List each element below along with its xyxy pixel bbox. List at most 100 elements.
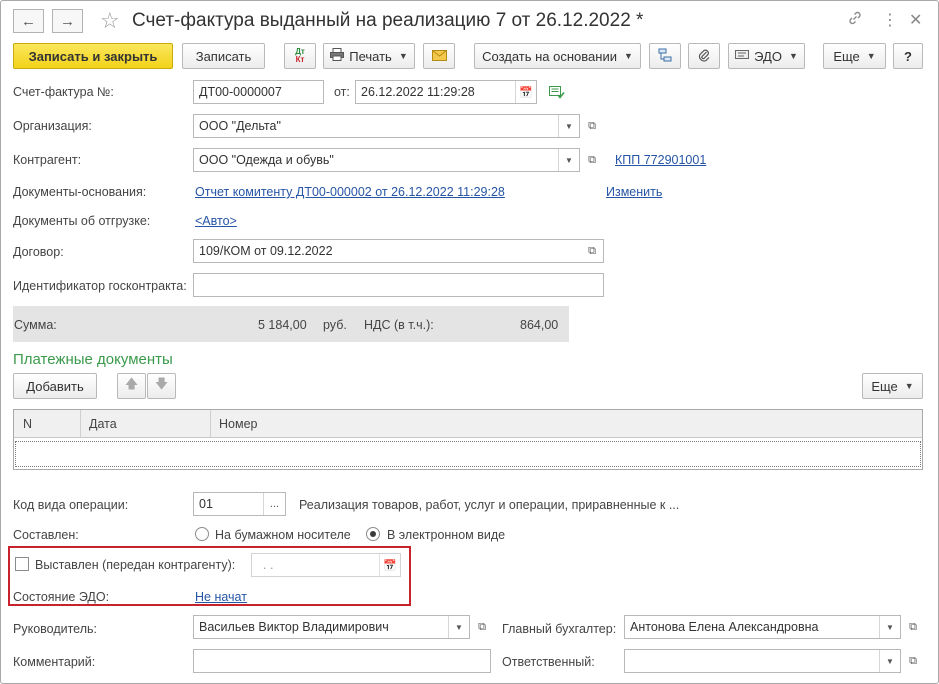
issued-date-value: . . (263, 558, 274, 572)
chevron-down-icon: ▼ (904, 381, 914, 391)
arrow-up-icon: 🡅 (124, 376, 139, 391)
electronic-radio[interactable] (366, 527, 380, 541)
comment-label: Комментарий: (13, 655, 96, 669)
more-button[interactable]: Еще ▼ (823, 43, 886, 69)
open-responsible-icon[interactable]: ⧉ (906, 654, 920, 668)
chief-accountant-field[interactable]: Антонова Елена Александровна ▼ (624, 615, 901, 639)
structure-button[interactable] (649, 43, 681, 69)
chevron-down-icon[interactable]: ▼ (448, 616, 469, 638)
base-docs-link[interactable]: Отчет комитенту ДТ00-000002 от 26.12.202… (195, 185, 505, 199)
vat-value: 864,00 (520, 318, 559, 332)
dt-kt-button[interactable]: Дт Кт (284, 43, 316, 69)
kpp-link[interactable]: КПП 772901001 (615, 153, 706, 167)
composed-label: Составлен: (13, 528, 79, 542)
edo-state-link[interactable]: Не начат (195, 590, 247, 604)
vat-label: НДС (в т.ч.): (364, 318, 434, 332)
printer-icon (330, 48, 345, 64)
edo-button[interactable]: ЭДО ▼ (728, 43, 805, 69)
arrow-down-icon: 🡇 (154, 376, 169, 391)
calendar-icon[interactable]: 📅 (515, 81, 536, 103)
date-field[interactable]: 26.12.2022 11:29:28 📅 (355, 80, 537, 104)
operation-code-field[interactable]: 01 ... (193, 492, 286, 516)
counterparty-field[interactable]: ООО "Одежда и обувь" ▼ (193, 148, 580, 172)
save-button[interactable]: Записать (182, 43, 265, 69)
edo-label: ЭДО (754, 48, 782, 64)
open-organization-icon[interactable]: ⧉ (585, 119, 599, 133)
attach-button[interactable] (688, 43, 720, 69)
close-icon[interactable]: ✕ (909, 10, 922, 30)
organization-value: ООО "Дельта" (199, 119, 281, 133)
edo-status-icon[interactable] (549, 85, 565, 102)
forward-button[interactable]: → (52, 9, 83, 33)
open-chief-accountant-icon[interactable]: ⧉ (906, 620, 920, 634)
responsible-field[interactable]: ▼ (624, 649, 901, 673)
date-value: 26.12.2022 11:29:28 (361, 85, 475, 99)
organization-field[interactable]: ООО "Дельта" ▼ (193, 114, 580, 138)
chevron-down-icon: ▼ (398, 51, 408, 61)
sum-label: Сумма: (14, 318, 57, 332)
chevron-down-icon[interactable]: ▼ (879, 650, 900, 672)
comment-field[interactable] (193, 649, 491, 673)
paper-label[interactable]: На бумажном носителе (215, 528, 351, 542)
chevron-down-icon[interactable]: ▼ (879, 616, 900, 638)
open-manager-icon[interactable]: ⧉ (475, 620, 489, 634)
save-close-button[interactable]: Записать и закрыть (13, 43, 173, 69)
invoice-no-field[interactable]: ДТ00-0000007 (193, 80, 324, 104)
counterparty-label: Контрагент: (13, 153, 82, 167)
base-docs-label: Документы-основания: (13, 185, 147, 199)
table-row[interactable] (15, 441, 921, 467)
move-up-button[interactable]: 🡅 (117, 373, 146, 399)
payment-more-label: Еще (871, 378, 898, 394)
issued-date-field[interactable]: . . 📅 (251, 553, 401, 577)
window-title: Счет-фактура выданный на реализацию 7 от… (132, 10, 644, 31)
currency-label: руб. (323, 318, 347, 332)
move-down-button[interactable]: 🡇 (147, 373, 176, 399)
hierarchy-icon (658, 48, 672, 65)
issued-checkbox[interactable] (15, 557, 29, 571)
paper-radio[interactable] (195, 527, 209, 541)
operation-code-select-button[interactable]: ... (263, 493, 285, 515)
issued-label[interactable]: Выставлен (передан контрагенту): (35, 558, 235, 572)
payment-docs-table[interactable]: N Дата Номер (13, 409, 923, 470)
chevron-down-icon: ▼ (623, 51, 633, 61)
gov-contract-field[interactable] (193, 273, 604, 297)
chief-accountant-label: Главный бухгалтер: (502, 622, 617, 636)
chevron-down-icon[interactable]: ▼ (558, 149, 579, 171)
chevron-down-icon: ▼ (788, 51, 798, 61)
manager-field[interactable]: Васильев Виктор Владимирович ▼ (193, 615, 470, 639)
open-counterparty-icon[interactable]: ⧉ (585, 153, 599, 167)
open-contract-icon[interactable]: ⧉ (585, 244, 599, 258)
manager-label: Руководитель: (13, 622, 98, 636)
payment-docs-title: Платежные документы (13, 351, 173, 368)
contract-value: 109/КОМ от 09.12.2022 (199, 244, 333, 258)
column-number[interactable]: Номер (219, 417, 257, 431)
gov-contract-label: Идентификатор госконтракта: (13, 279, 187, 293)
column-n[interactable]: N (23, 417, 32, 431)
shipment-docs-link[interactable]: <Авто> (195, 214, 237, 228)
arrow-right-icon: → (60, 12, 75, 30)
shipment-docs-label: Документы об отгрузке: (13, 214, 151, 228)
more-vertical-icon[interactable]: ⋮ (882, 10, 898, 30)
dt-kt-icon: Дт Кт (295, 47, 305, 64)
email-button[interactable] (423, 43, 455, 69)
calendar-icon[interactable]: 📅 (379, 554, 400, 576)
column-date[interactable]: Дата (89, 417, 117, 431)
add-payment-doc-button[interactable]: Добавить (13, 373, 97, 399)
operation-code-label: Код вида операции: (13, 498, 129, 512)
link-icon[interactable] (847, 10, 863, 30)
print-button[interactable]: Печать ▼ (323, 43, 415, 69)
electronic-label[interactable]: В электронном виде (387, 528, 505, 542)
help-button[interactable]: ? (893, 43, 923, 69)
invoice-no-label: Счет-фактура №: (13, 85, 114, 99)
table-header: N Дата Номер (14, 410, 922, 438)
create-based-button[interactable]: Создать на основании ▼ (474, 43, 641, 69)
back-button[interactable]: ← (13, 9, 44, 33)
contract-field[interactable]: 109/КОМ от 09.12.2022 ⧉ (193, 239, 604, 263)
chief-accountant-value: Антонова Елена Александровна (630, 620, 819, 634)
favorite-star-icon[interactable]: ☆ (100, 8, 120, 34)
print-label: Печать (349, 48, 392, 64)
operation-code-description: Реализация товаров, работ, услуг и опера… (299, 498, 680, 512)
chevron-down-icon[interactable]: ▼ (558, 115, 579, 137)
payment-more-button[interactable]: Еще ▼ (862, 373, 923, 399)
change-base-docs-link[interactable]: Изменить (606, 185, 662, 199)
